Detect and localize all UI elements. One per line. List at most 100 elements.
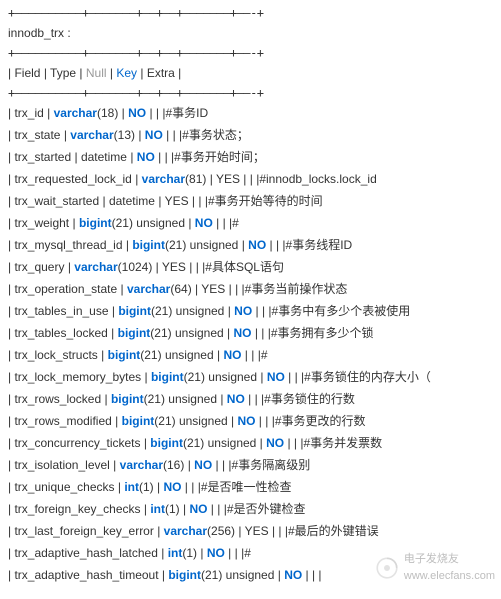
table-row: | trx_started | datetime | NO | | |#事务开始… xyxy=(8,146,493,168)
type-args: (21) unsigned xyxy=(150,326,223,340)
field-name: trx_adaptive_hash_latched xyxy=(14,546,157,560)
type-args: (1024) xyxy=(118,260,153,274)
type-keyword: bigint xyxy=(168,568,201,582)
table-title: innodb_trx : xyxy=(8,22,493,44)
sep: | | | xyxy=(284,436,303,450)
field-name: trx_adaptive_hash_timeout xyxy=(14,568,158,582)
sep: | xyxy=(123,238,133,252)
header-field: Field xyxy=(14,66,40,80)
null-value: NO xyxy=(237,414,255,428)
sep: | | | xyxy=(241,348,260,362)
null-value: NO xyxy=(233,326,251,340)
type-args: (81) xyxy=(185,172,206,186)
table-row: | trx_requested_lock_id | varchar(81) | … xyxy=(8,168,493,190)
type-keyword: varchar xyxy=(70,128,113,142)
field-name: trx_weight xyxy=(14,216,69,230)
sep: | | | xyxy=(212,458,231,472)
table-row: | trx_isolation_level | varchar(16) | NO… xyxy=(8,454,493,476)
row-comment: #事务锁住的内存大小（ xyxy=(304,370,431,384)
field-name: trx_wait_started xyxy=(14,194,99,208)
sep: | xyxy=(180,502,190,516)
type-args: (21) unsigned xyxy=(154,414,227,428)
sep: | xyxy=(235,524,245,538)
table-row: | trx_id | varchar(18) | NO | | |#事务ID xyxy=(8,102,493,124)
sep: | xyxy=(224,326,234,340)
table-row: | trx_state | varchar(13) | NO | | |#事务状… xyxy=(8,124,493,146)
type-args: (21) unsigned xyxy=(165,238,238,252)
type-keyword: bigint xyxy=(118,326,151,340)
sep: | xyxy=(197,546,207,560)
row-comment: # xyxy=(261,348,268,362)
row-comment: #是否外键检查 xyxy=(227,502,306,516)
type-args: (21) unsigned xyxy=(201,568,274,582)
row-comment: #事务当前操作状态 xyxy=(245,282,348,296)
type-keyword: int xyxy=(124,480,139,494)
sep: | | | xyxy=(155,150,174,164)
null-value: NO xyxy=(145,128,163,142)
sep: | | | xyxy=(240,172,259,186)
null-value: NO xyxy=(266,436,284,450)
sep: | xyxy=(141,502,151,516)
type-args: (1) xyxy=(139,480,154,494)
null-value: NO xyxy=(189,502,207,516)
type-keyword: varchar xyxy=(127,282,170,296)
row-comment: #最后的外键错误 xyxy=(288,524,379,538)
header-null: Null xyxy=(86,66,107,80)
null-value: NO xyxy=(194,458,212,472)
sep: | xyxy=(185,216,195,230)
sep: | xyxy=(99,194,109,208)
null-value: NO xyxy=(163,480,181,494)
sep: | xyxy=(110,458,120,472)
table-row: | trx_unique_checks | int(1) | NO | | |#… xyxy=(8,476,493,498)
type-args: (18) xyxy=(97,106,118,120)
field-name: trx_mysql_thread_id xyxy=(14,238,122,252)
sep: | xyxy=(256,436,266,450)
type-keyword: varchar xyxy=(120,458,163,472)
null-value: NO xyxy=(137,150,155,164)
table-row: | trx_adaptive_hash_latched | int(1) | N… xyxy=(8,542,493,564)
sep: | | | xyxy=(225,546,244,560)
sep: | xyxy=(64,260,74,274)
sep: | xyxy=(178,66,181,80)
null-value: NO xyxy=(284,568,302,582)
table-row: | trx_query | varchar(1024) | YES | | |#… xyxy=(8,256,493,278)
sep: | xyxy=(117,282,127,296)
sep: | xyxy=(101,392,111,406)
field-name: trx_tables_in_use xyxy=(14,304,108,318)
sep: | xyxy=(184,458,194,472)
type-args: (21) unsigned xyxy=(144,392,217,406)
row-comment: #事务ID xyxy=(165,106,208,120)
type-args: (21) unsigned xyxy=(184,370,257,384)
null-value: NO xyxy=(195,216,213,230)
field-name: trx_tables_locked xyxy=(14,326,107,340)
sep: | xyxy=(154,480,164,494)
sep: | xyxy=(60,128,70,142)
field-name: trx_rows_locked xyxy=(14,392,101,406)
type-keyword: varchar xyxy=(54,106,97,120)
type-keyword: int xyxy=(150,502,165,516)
sep: | | | xyxy=(181,480,200,494)
sep: | xyxy=(154,524,164,538)
sep: | | | xyxy=(163,128,182,142)
row-comment: #事务状态； xyxy=(182,128,249,142)
row-comment: #事务开始时间； xyxy=(174,150,265,164)
null-value: YES xyxy=(245,524,269,538)
type-args: (21) unsigned xyxy=(140,348,213,362)
table-row: | trx_adaptive_hash_timeout | bigint(21)… xyxy=(8,564,493,586)
type-args: datetime xyxy=(81,150,127,164)
sep: | xyxy=(159,568,169,582)
row-comment: #是否唯一性检查 xyxy=(201,480,292,494)
sep: | | | xyxy=(285,370,304,384)
type-args: (256) xyxy=(207,524,235,538)
header-row: | Field | Type | Null | Key | Extra | xyxy=(8,62,493,84)
table-row: | trx_weight | bigint(21) unsigned | NO … xyxy=(8,212,493,234)
divider-after-header: +——————————+———————+——+—–+———————+——-+ xyxy=(8,84,493,102)
field-name: trx_concurrency_tickets xyxy=(14,436,140,450)
type-keyword: varchar xyxy=(74,260,117,274)
null-value: YES xyxy=(165,194,189,208)
sep: | xyxy=(155,194,165,208)
type-keyword: bigint xyxy=(108,348,141,362)
field-name: trx_query xyxy=(14,260,64,274)
sep: | | | xyxy=(213,216,232,230)
type-keyword: bigint xyxy=(79,216,112,230)
